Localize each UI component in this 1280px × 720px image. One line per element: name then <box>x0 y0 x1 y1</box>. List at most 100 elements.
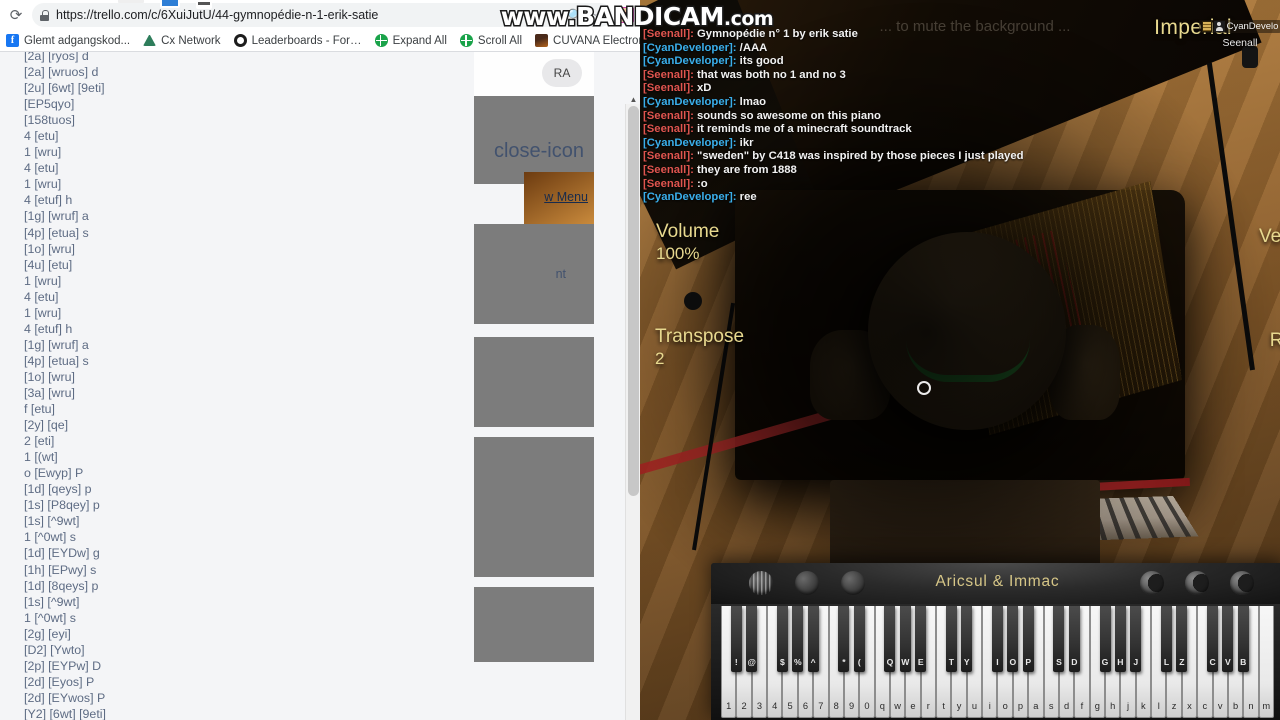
knob-plain-icon[interactable] <box>795 571 819 595</box>
close-icon[interactable]: close-icon <box>494 140 584 163</box>
note-line: 2 [eti] <box>24 434 55 449</box>
note-line: 1 [(wt] <box>24 450 58 465</box>
black-key[interactable]: Y <box>961 606 973 672</box>
note-line: [1h] [EPwy] s <box>24 562 97 577</box>
hud-transpose: Transpose 2 <box>655 326 744 369</box>
black-key[interactable]: E <box>915 606 927 672</box>
trello-card-modal: RA close-icon w Menu nt <box>474 52 594 720</box>
scrollbar-thumb[interactable] <box>628 106 639 496</box>
black-key[interactable]: H <box>1114 606 1126 672</box>
note-line: [2p] [EYPw] D <box>24 658 102 673</box>
black-key[interactable]: C <box>1207 606 1219 672</box>
keys-area[interactable]: 1234567890qwer t yui opasdfghj k l zxcvbnm ! @ $… <box>721 606 1274 718</box>
black-keys[interactable]: ! @ $% ^ * ( Q W E T Y I O P S D G H J L Z C V B <box>721 606 1274 672</box>
black-key-label: Y <box>963 657 970 667</box>
black-key[interactable]: @ <box>746 606 758 672</box>
mic-head-left <box>684 292 702 310</box>
white-key-label: z <box>1171 701 1177 711</box>
knob-plain-icon[interactable] <box>841 571 865 595</box>
black-key[interactable]: Q <box>884 606 896 672</box>
player-display-name: Seenall <box>1222 37 1258 49</box>
page-scrollbar[interactable]: ▲ ▼ <box>625 95 640 720</box>
knob-lined-icon[interactable] <box>749 571 773 595</box>
black-key[interactable]: % <box>792 606 804 672</box>
note-line: [1s] [^9wt] <box>24 514 80 529</box>
chat-message: that was both no 1 and no 3 <box>693 68 846 81</box>
triangle-icon <box>143 35 157 46</box>
note-line: [2d] [EYwos] P <box>24 690 106 705</box>
avatar[interactable]: RA <box>542 59 582 87</box>
black-key[interactable]: W <box>899 606 911 672</box>
black-key-label: V <box>1225 657 1231 667</box>
bookmark-label: Glemt adgangskod... <box>24 34 131 47</box>
bookmark-item[interactable]: f Glemt adgangskod... <box>6 34 130 47</box>
bookmark-item[interactable]: Leaderboards - Fort... <box>233 34 362 47</box>
show-menu-link[interactable]: w Menu <box>544 190 588 204</box>
black-key[interactable]: $ <box>776 606 788 672</box>
virtual-piano-keyboard[interactable]: Aricsul & Immac 1234567890qwer t yui opasdf… <box>711 563 1280 720</box>
crosshair-icon <box>917 381 931 395</box>
chat-username: [Seenall]: <box>643 109 694 122</box>
keyboard-knobs-right[interactable] <box>1140 571 1254 595</box>
black-key-label: Z <box>1179 657 1185 667</box>
black-key[interactable]: B <box>1237 606 1249 672</box>
hud-velocity: Velo <box>1259 226 1280 248</box>
note-line: [D2] [Ywto] <box>24 642 85 657</box>
black-key[interactable]: O <box>1007 606 1019 672</box>
keyboard-knobs-left[interactable] <box>749 571 865 595</box>
bookmark-item[interactable]: Expand All <box>374 34 447 47</box>
white-key-label: p <box>1017 701 1024 711</box>
note-line: 4 [etu] <box>24 289 59 304</box>
chat-message: ikr <box>736 136 754 149</box>
knob-crescent-icon[interactable] <box>1140 571 1164 595</box>
knob-crescent-icon[interactable] <box>1185 571 1209 595</box>
black-key[interactable]: J <box>1130 606 1142 672</box>
black-key[interactable]: G <box>1099 606 1111 672</box>
black-key[interactable]: P <box>1022 606 1034 672</box>
white-key-label: t <box>942 701 945 711</box>
bandicam-icons <box>118 0 212 9</box>
modal-section <box>474 437 594 577</box>
circle-icon <box>233 34 247 47</box>
black-key[interactable]: S <box>1053 606 1065 672</box>
scroll-up-icon[interactable]: ▲ <box>626 92 640 107</box>
knob-crescent-icon[interactable] <box>1230 571 1254 595</box>
chat-username: [Seenall]: <box>643 68 694 81</box>
white-key-label: c <box>1202 701 1208 711</box>
chat-line: [Seenall]: that was both no 1 and no 3 <box>643 69 1073 82</box>
reload-icon[interactable]: ⟳ <box>6 5 26 25</box>
black-key[interactable]: ^ <box>807 606 819 672</box>
black-key[interactable]: ! <box>730 606 742 672</box>
note-line: [1g] [wruf] a <box>24 337 89 352</box>
black-key[interactable]: T <box>945 606 957 672</box>
thumbnail-icon <box>535 34 549 47</box>
note-line: 1 [^0wt] s <box>24 530 76 545</box>
black-key-label: Q <box>886 657 894 667</box>
white-key-label: a <box>1033 701 1039 711</box>
black-key[interactable]: D <box>1068 606 1080 672</box>
note-line: [2a] [ryos] d <box>24 52 89 63</box>
chat-line: [Seenall]: "sweden" by C418 was inspired… <box>643 150 1073 163</box>
bookmark-item[interactable]: Scroll All <box>459 34 522 47</box>
black-key-label: C <box>1209 657 1216 667</box>
black-key-label: @ <box>747 657 756 667</box>
bookmark-item[interactable]: CUVANA Electronic... <box>535 34 640 47</box>
black-key[interactable]: I <box>992 606 1003 672</box>
chat-line: [CyanDeveloper]: ree <box>643 191 1073 204</box>
white-key-label: g <box>1094 701 1100 711</box>
black-key[interactable]: L <box>1160 606 1172 672</box>
black-key-label: $ <box>780 657 785 667</box>
black-key[interactable]: * <box>838 606 850 672</box>
globe-icon <box>374 34 388 47</box>
note-line: [2y] [qe] <box>24 418 69 433</box>
white-key-label: d <box>1064 701 1070 711</box>
black-key[interactable]: V <box>1222 606 1234 672</box>
volume-label: Volume <box>656 221 720 242</box>
chat-message: /AAA <box>736 41 768 54</box>
white-key-label: k <box>1141 701 1146 711</box>
black-key[interactable]: ( <box>853 606 865 672</box>
bookmark-item[interactable]: Cx Network <box>143 35 221 47</box>
note-line: [Y2] [6wt] [9eti] <box>24 706 106 720</box>
black-key-label: W <box>901 657 910 667</box>
black-key[interactable]: Z <box>1176 606 1188 672</box>
